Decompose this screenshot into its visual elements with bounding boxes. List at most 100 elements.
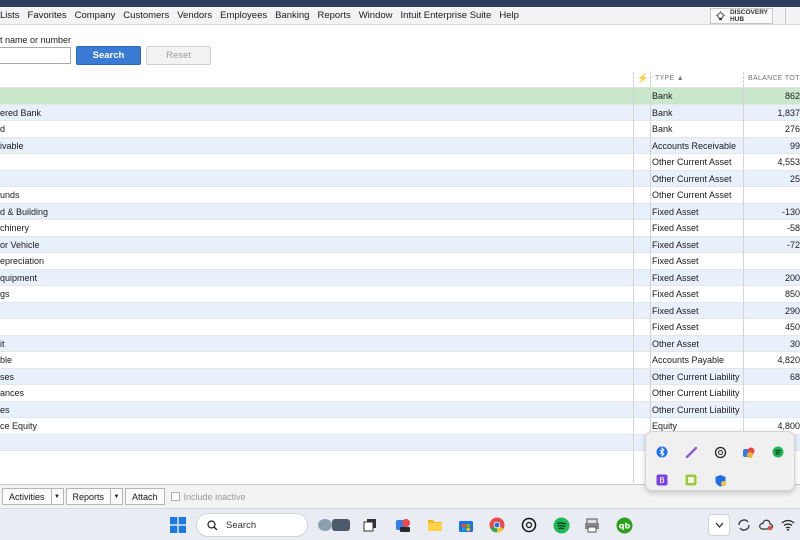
defender-icon[interactable] bbox=[712, 472, 728, 488]
chrome-icon[interactable] bbox=[487, 515, 507, 535]
account-type-cell: Other Current Asset bbox=[652, 157, 732, 167]
reports-button[interactable]: Reports bbox=[65, 488, 112, 505]
account-type-cell: Bank bbox=[652, 124, 673, 134]
svg-text:qb: qb bbox=[618, 521, 630, 530]
chevron-up-icon[interactable] bbox=[708, 514, 730, 536]
column-line bbox=[633, 88, 634, 483]
table-row[interactable]: Other Current Asset 4,553 bbox=[0, 154, 800, 171]
file-explorer-icon[interactable] bbox=[425, 515, 445, 535]
table-row[interactable]: or Vehicle Fixed Asset -72 bbox=[0, 236, 800, 253]
search-input[interactable] bbox=[0, 47, 71, 64]
menu-banking[interactable]: Banking bbox=[271, 10, 313, 21]
task-view-icon[interactable] bbox=[360, 515, 380, 535]
nvidia-icon[interactable] bbox=[683, 472, 699, 488]
account-name-cell: ce Equity bbox=[0, 421, 38, 431]
table-row[interactable]: Fixed Asset 450 bbox=[0, 319, 800, 336]
checkbox-icon[interactable] bbox=[170, 492, 180, 501]
account-balance-cell: -130 bbox=[781, 206, 800, 217]
menu-help[interactable]: Help bbox=[495, 10, 523, 21]
attach-button[interactable]: Attach bbox=[125, 488, 165, 505]
bitwarden-icon[interactable]: B bbox=[654, 472, 670, 488]
menu-reports[interactable]: Reports bbox=[313, 10, 354, 21]
cloud-icon[interactable] bbox=[756, 515, 776, 535]
menu-vendors[interactable]: Vendors bbox=[173, 10, 216, 21]
search-button[interactable]: Search bbox=[76, 46, 141, 65]
spotify-icon[interactable] bbox=[551, 515, 571, 535]
column-divider[interactable] bbox=[650, 72, 651, 87]
pen-icon[interactable] bbox=[683, 444, 699, 460]
table-row[interactable]: ered Bank Bank 1,837 bbox=[0, 104, 800, 121]
column-divider[interactable] bbox=[633, 72, 634, 87]
account-type-cell: Fixed Asset bbox=[652, 289, 699, 299]
menu-favorites[interactable]: Favorites bbox=[24, 10, 71, 21]
account-balance-cell: 68 bbox=[789, 371, 800, 382]
account-name-cell: gs bbox=[0, 289, 10, 299]
table-row[interactable]: unds Other Current Asset bbox=[0, 187, 800, 204]
table-row[interactable]: ses Other Current Liability 68 bbox=[0, 368, 800, 385]
account-type-cell: Fixed Asset bbox=[652, 206, 699, 217]
table-row[interactable]: ivable Accounts Receivable 99 bbox=[0, 137, 800, 154]
account-type-cell: Equity bbox=[652, 421, 678, 431]
sync-icon[interactable] bbox=[734, 515, 754, 535]
app-store-icon[interactable] bbox=[393, 515, 413, 535]
windows-start-icon[interactable] bbox=[168, 515, 188, 535]
quickbooks-icon[interactable]: qb bbox=[614, 515, 634, 535]
account-name-cell: d bbox=[0, 124, 6, 134]
table-row[interactable]: es Other Current Liability bbox=[0, 401, 800, 418]
chatgpt-icon[interactable] bbox=[712, 444, 728, 460]
table-row[interactable]: Fixed Asset 290 bbox=[0, 302, 800, 319]
menu-window[interactable]: Window bbox=[355, 10, 397, 21]
account-balance-cell: 30 bbox=[789, 338, 800, 349]
table-row[interactable]: it Other Asset 30 bbox=[0, 335, 800, 352]
menu-intuit-enterprise-suite[interactable]: Intuit Enterprise Suite bbox=[397, 10, 496, 21]
account-type-cell: Accounts Receivable bbox=[652, 140, 737, 151]
balance-column-header[interactable]: BALANCE TOT bbox=[748, 75, 800, 82]
column-divider[interactable] bbox=[743, 72, 744, 87]
account-type-cell: Fixed Asset bbox=[652, 223, 699, 233]
account-type-cell: Other Current Asset bbox=[652, 173, 732, 184]
table-row[interactable]: d Bank 276 bbox=[0, 121, 800, 138]
chatgpt-icon[interactable] bbox=[519, 515, 539, 535]
activities-dropdown-icon[interactable]: ▼ bbox=[51, 488, 64, 505]
table-row[interactable]: Bank 862 bbox=[0, 88, 800, 105]
table-row[interactable]: epreciation Fixed Asset bbox=[0, 253, 800, 270]
include-inactive-checkbox[interactable]: Include inactive bbox=[170, 492, 246, 502]
reset-button[interactable]: Reset bbox=[146, 46, 211, 65]
photos-icon[interactable] bbox=[741, 444, 757, 460]
account-name-cell: or Vehicle bbox=[0, 239, 40, 250]
account-type-cell: Fixed Asset bbox=[652, 239, 699, 250]
account-name-cell: unds bbox=[0, 190, 20, 200]
account-name-cell: ivable bbox=[0, 140, 24, 151]
search-label: t name or number bbox=[0, 35, 72, 45]
spotify-icon[interactable] bbox=[770, 444, 786, 460]
printer-icon[interactable] bbox=[582, 515, 602, 535]
account-type-cell: Bank bbox=[652, 91, 673, 101]
taskbar-search-box[interactable]: Search bbox=[196, 513, 308, 537]
discovery-hub-button[interactable]: DISCOVERY HUB bbox=[709, 8, 773, 24]
table-row[interactable]: ble Accounts Payable 4,820 bbox=[0, 352, 800, 369]
widgets-icon[interactable] bbox=[316, 515, 352, 535]
account-name-cell: ances bbox=[0, 388, 25, 398]
table-row[interactable]: ances Other Current Liability bbox=[0, 385, 800, 402]
account-type-cell: Other Current Asset bbox=[652, 190, 732, 200]
type-column-header[interactable]: TYPE ▲ bbox=[655, 75, 684, 82]
table-row[interactable]: quipment Fixed Asset 200 bbox=[0, 269, 800, 286]
table-row[interactable]: chinery Fixed Asset -58 bbox=[0, 220, 800, 237]
table-row[interactable]: gs Fixed Asset 850 bbox=[0, 286, 800, 303]
microsoft-store-icon[interactable] bbox=[456, 515, 476, 535]
flash-column-header[interactable]: ⚡ bbox=[637, 73, 649, 84]
accounts-table: ⚡ TYPE ▲ BALANCE TOT Bank 862 ered Bank Ban… bbox=[0, 72, 800, 451]
table-row[interactable]: d & Building Fixed Asset -130 bbox=[0, 203, 800, 220]
menu-company[interactable]: Company bbox=[71, 10, 120, 21]
svg-text:B: B bbox=[659, 476, 665, 485]
account-balance-cell: 276 bbox=[784, 124, 800, 134]
wifi-icon[interactable] bbox=[778, 515, 798, 535]
menu-customers[interactable]: Customers bbox=[119, 10, 173, 21]
table-row[interactable]: Other Current Asset 25 bbox=[0, 170, 800, 187]
menu-employees[interactable]: Employees bbox=[216, 10, 271, 21]
reports-dropdown-icon[interactable]: ▼ bbox=[111, 488, 124, 505]
menu-lists[interactable]: Lists bbox=[0, 10, 24, 21]
account-name-cell: epreciation bbox=[0, 256, 45, 266]
bluetooth-icon[interactable] bbox=[654, 444, 670, 460]
activities-button[interactable]: Activities bbox=[2, 488, 52, 505]
